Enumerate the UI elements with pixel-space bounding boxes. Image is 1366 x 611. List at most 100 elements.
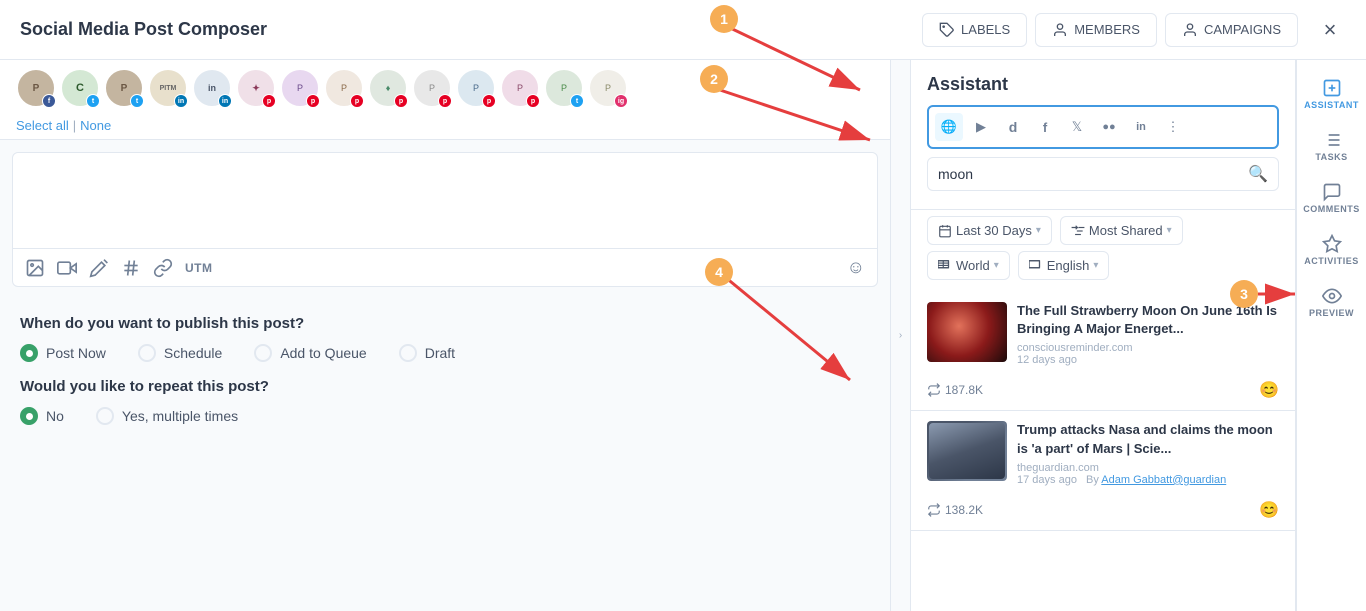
account-icon-4[interactable]: PITM in: [148, 68, 188, 108]
yes-repeat-option[interactable]: Yes, multiple times: [96, 407, 238, 425]
linkedin-platform-icon[interactable]: in: [1127, 113, 1155, 141]
assistant-title: Assistant: [927, 74, 1279, 95]
queue-radio[interactable]: [254, 344, 272, 362]
draft-radio[interactable]: [399, 344, 417, 362]
schedule-option[interactable]: Schedule: [138, 344, 222, 362]
assistant-header: Assistant 🌐 ▶ d f 𝕏 ●● in ⋮ 🔍: [911, 60, 1295, 210]
sidebar-comments-label: COMMENTS: [1303, 204, 1360, 214]
article-body-2: Trump attacks Nasa and claims the moon i…: [1017, 421, 1279, 489]
none-link[interactable]: None: [80, 118, 111, 133]
campaigns-tab[interactable]: CAMPAIGNS: [1165, 13, 1298, 47]
more-platform-icon[interactable]: ⋮: [1159, 113, 1187, 141]
search-input[interactable]: [938, 166, 1248, 182]
share-count-1: 187.8K: [927, 383, 983, 397]
left-panel: P f C t P t PITM in: [0, 60, 891, 611]
queue-option[interactable]: Add to Queue: [254, 344, 366, 362]
account-icon-5[interactable]: in in: [192, 68, 232, 108]
article-main-1: The Full Strawberry Moon On June 16th Is…: [927, 302, 1279, 370]
article-body-1: The Full Strawberry Moon On June 16th Is…: [1017, 302, 1279, 370]
language-filter-label: English: [1047, 258, 1090, 273]
share-count-value-2: 138.2K: [945, 503, 983, 517]
compose-textarea[interactable]: [13, 153, 877, 243]
flickr-platform-icon[interactable]: ●●: [1095, 113, 1123, 141]
top-bar: Social Media Post Composer LABELS MEMBER…: [0, 0, 1366, 60]
sidebar-comments[interactable]: COMMENTS: [1297, 174, 1366, 222]
language-filter[interactable]: English ▾: [1018, 251, 1110, 280]
share-count-value-1: 187.8K: [945, 383, 983, 397]
article-footer-1: 187.8K 😊: [927, 376, 1279, 400]
account-icon-9[interactable]: ♦ p: [368, 68, 408, 108]
region-filter[interactable]: World ▾: [927, 251, 1010, 280]
region-chevron-icon: ▾: [994, 260, 999, 271]
emoji-button[interactable]: ☺: [847, 257, 865, 278]
link-icon[interactable]: [153, 258, 173, 278]
pencil-icon[interactable]: [89, 258, 109, 278]
emoji-react-2[interactable]: 😊: [1259, 500, 1279, 520]
no-repeat-radio[interactable]: [20, 407, 38, 425]
page-title: Social Media Post Composer: [20, 19, 922, 40]
scheduling-section: When do you want to publish this post? P…: [0, 299, 890, 457]
draft-option[interactable]: Draft: [399, 344, 455, 362]
platform-icons: 🌐 ▶ d f 𝕏 ●● in ⋮: [927, 105, 1279, 149]
sidebar-assistant-label: ASSISTANT: [1304, 100, 1359, 110]
select-all-link[interactable]: Select all: [16, 118, 69, 133]
sidebar-preview[interactable]: PREVIEW: [1297, 278, 1366, 326]
main-content: P f C t P t PITM in: [0, 60, 1366, 611]
account-icon-6[interactable]: ✦ p: [236, 68, 276, 108]
date-chevron-icon: ▾: [1036, 225, 1041, 236]
account-icon-8[interactable]: P p: [324, 68, 364, 108]
post-now-option[interactable]: Post Now: [20, 344, 106, 362]
article-card-1[interactable]: The Full Strawberry Moon On June 16th Is…: [911, 292, 1295, 411]
sidebar-preview-label: PREVIEW: [1309, 308, 1354, 318]
account-icon-3[interactable]: P t: [104, 68, 144, 108]
schedule-radio[interactable]: [138, 344, 156, 362]
labels-tab[interactable]: LABELS: [922, 13, 1027, 47]
collapse-button[interactable]: ›: [891, 60, 911, 611]
account-icon-7[interactable]: P p: [280, 68, 320, 108]
image-icon[interactable]: [25, 258, 45, 278]
sidebar-assistant[interactable]: ASSISTANT: [1297, 70, 1366, 118]
right-sidebar: ASSISTANT TASKS COMMENTS ACTIVITIES PREV…: [1296, 60, 1366, 611]
filter-row-1: Last 30 Days ▾ Most Shared ▾: [911, 210, 1295, 251]
account-icon-14[interactable]: P ig: [588, 68, 628, 108]
assistant-panel: Assistant 🌐 ▶ d f 𝕏 ●● in ⋮ 🔍: [911, 60, 1296, 611]
no-repeat-label: No: [46, 408, 64, 424]
youtube-platform-icon[interactable]: ▶: [967, 113, 995, 141]
date-filter[interactable]: Last 30 Days ▾: [927, 216, 1052, 245]
article-author-link-2[interactable]: Adam Gabbatt@guardian: [1101, 474, 1226, 486]
account-icon-1[interactable]: P f: [16, 68, 56, 108]
hashtag-icon[interactable]: [121, 258, 141, 278]
facebook-platform-icon[interactable]: f: [1031, 113, 1059, 141]
yes-repeat-radio[interactable]: [96, 407, 114, 425]
article-title-2: Trump attacks Nasa and claims the moon i…: [1017, 421, 1279, 457]
globe-platform-icon[interactable]: 🌐: [935, 113, 963, 141]
search-icon[interactable]: 🔍: [1248, 164, 1268, 184]
sort-filter[interactable]: Most Shared ▾: [1060, 216, 1183, 245]
sidebar-activities[interactable]: ACTIVITIES: [1297, 226, 1366, 274]
article-card-2[interactable]: Trump attacks Nasa and claims the moon i…: [911, 411, 1295, 530]
post-now-label: Post Now: [46, 345, 106, 361]
queue-label: Add to Queue: [280, 345, 366, 361]
publish-options: Post Now Schedule Add to Queue Draft: [20, 344, 870, 362]
utm-label[interactable]: UTM: [185, 261, 213, 275]
account-icon-10[interactable]: P p: [412, 68, 452, 108]
no-repeat-option[interactable]: No: [20, 407, 64, 425]
campaigns-tab-label: CAMPAIGNS: [1204, 22, 1281, 37]
article-time-1: 12 days ago: [1017, 354, 1279, 366]
video-icon[interactable]: [57, 258, 77, 278]
account-icon-2[interactable]: C t: [60, 68, 100, 108]
share-count-2: 138.2K: [927, 503, 983, 517]
close-button[interactable]: ×: [1314, 14, 1346, 46]
members-tab[interactable]: MEMBERS: [1035, 13, 1157, 47]
twitter-platform-icon[interactable]: 𝕏: [1063, 113, 1091, 141]
account-icon-11[interactable]: P p: [456, 68, 496, 108]
post-now-radio[interactable]: [20, 344, 38, 362]
account-icon-13[interactable]: P t: [544, 68, 584, 108]
sidebar-tasks[interactable]: TASKS: [1297, 122, 1366, 170]
region-filter-label: World: [956, 258, 990, 273]
emoji-react-1[interactable]: 😊: [1259, 380, 1279, 400]
dailymotion-platform-icon[interactable]: d: [999, 113, 1027, 141]
compose-area: UTM ☺: [12, 152, 878, 287]
filter-row-2: World ▾ English ▾: [911, 251, 1295, 288]
account-icon-12[interactable]: P p: [500, 68, 540, 108]
